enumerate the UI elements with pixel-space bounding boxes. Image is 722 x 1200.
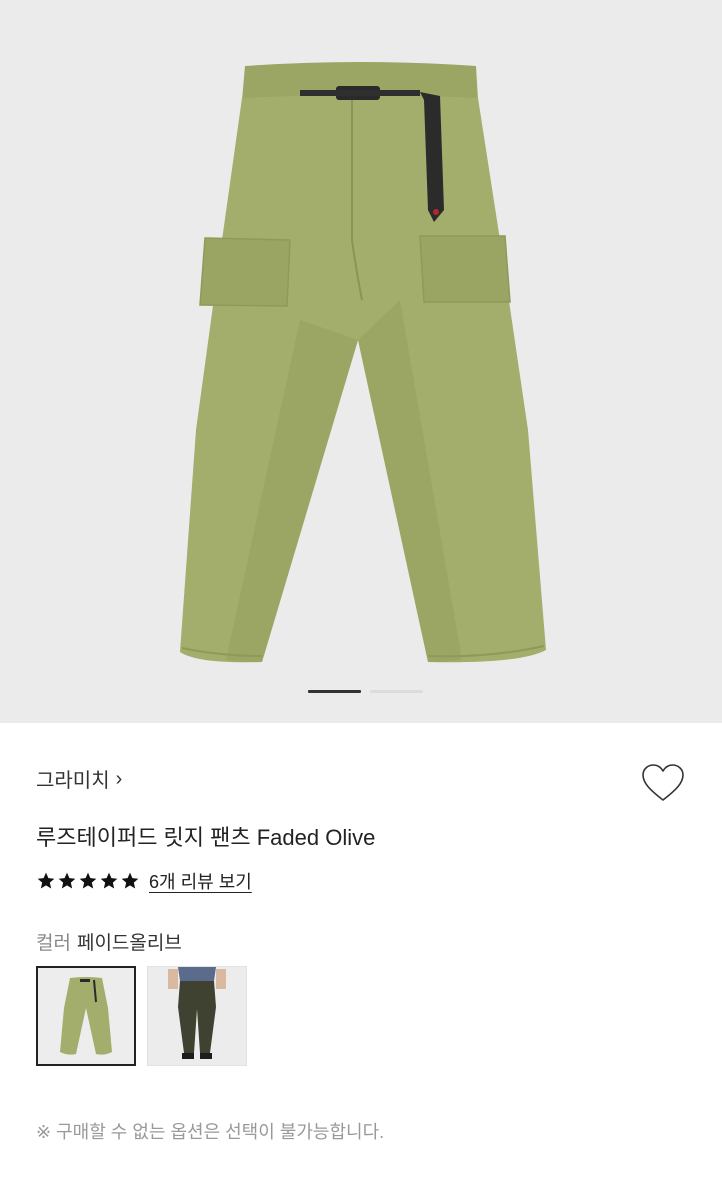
star-rating: [36, 871, 140, 891]
color-option-dark-olive[interactable]: [147, 966, 247, 1066]
color-selected-value: 페이드올리브: [76, 933, 182, 954]
pager-dot[interactable]: [370, 690, 423, 693]
chevron-right-icon: ›: [115, 767, 123, 790]
wishlist-button[interactable]: [640, 762, 686, 804]
product-image-gallery[interactable]: [0, 0, 722, 723]
pager-dot-active[interactable]: [308, 690, 361, 693]
star-icon: [37, 872, 55, 889]
review-link[interactable]: 6개 리뷰 보기: [149, 868, 252, 894]
brand-link[interactable]: 그라미치 ›: [36, 764, 122, 793]
dark-olive-pants-on-model-thumb: [148, 967, 246, 1065]
color-label: 컬러: [36, 933, 71, 954]
star-icon: [121, 872, 139, 889]
brand-name: 그라미치: [36, 770, 110, 792]
product-image: [180, 62, 546, 663]
faded-olive-pants-thumb: [60, 977, 112, 1055]
star-icon: [100, 872, 118, 889]
heart-icon: [642, 764, 684, 801]
star-icon: [58, 872, 76, 889]
option-notice: ※ 구매할 수 없는 옵션은 선택이 불가능합니다.: [36, 1122, 385, 1142]
color-selection-label: 컬러 페이드올리브: [36, 928, 182, 955]
color-option-faded-olive[interactable]: [36, 966, 136, 1066]
star-icon: [79, 872, 97, 889]
product-title: 루즈테이퍼드 릿지 팬츠 Faded Olive: [36, 825, 376, 850]
rating-row: 6개 리뷰 보기: [36, 868, 252, 894]
